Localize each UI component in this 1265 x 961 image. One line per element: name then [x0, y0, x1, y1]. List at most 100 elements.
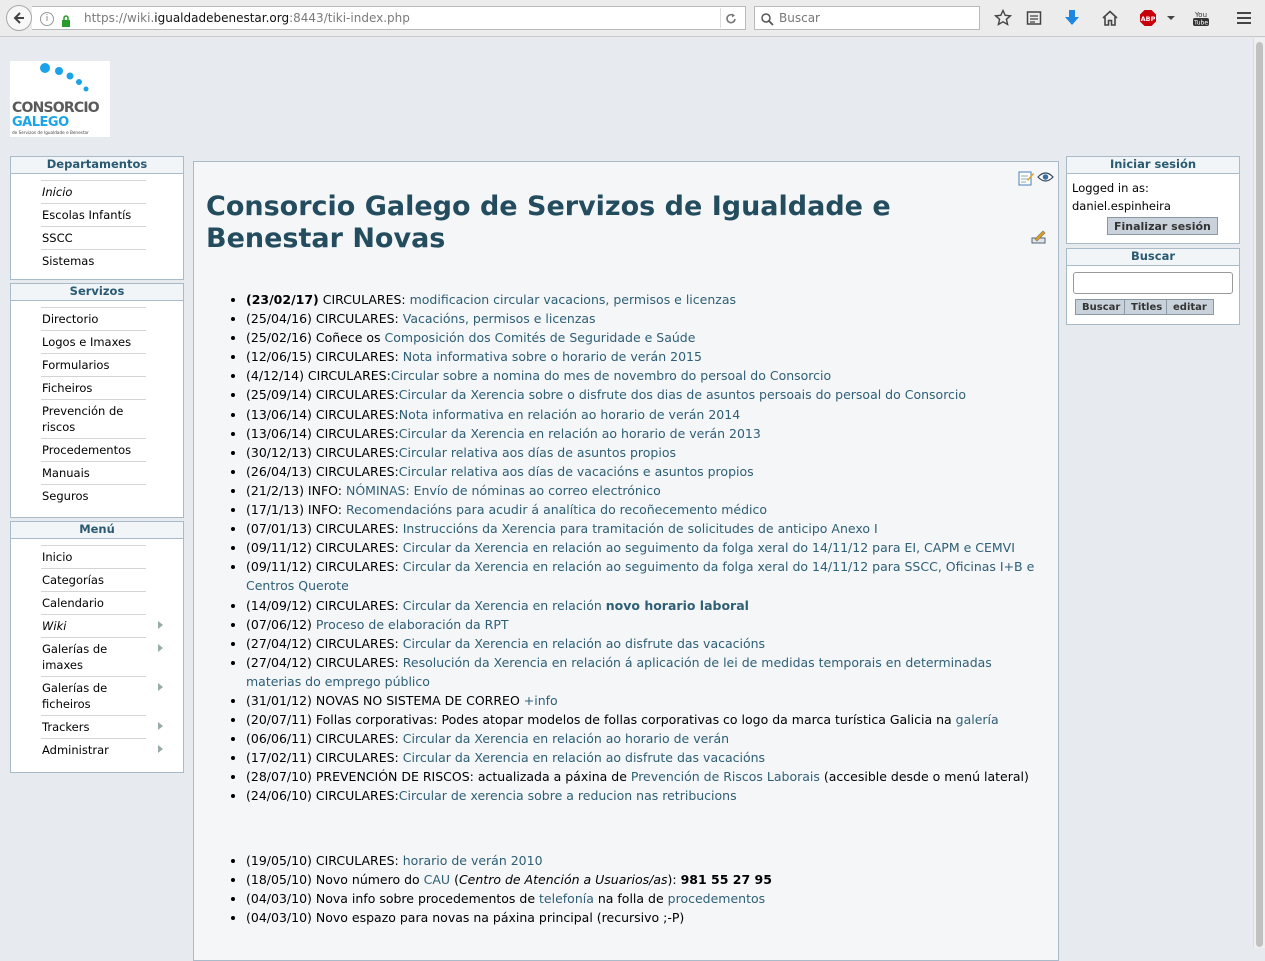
news-link[interactable]: Instruccións da Xerencia para tramitació…	[403, 521, 878, 536]
news-prefix: CIRCULARES:	[311, 311, 403, 327]
edit-button[interactable]: editar	[1166, 299, 1214, 315]
news-link[interactable]: Vacacións, permisos e licenzas	[403, 311, 596, 326]
vertical-scrollbar[interactable]	[1253, 38, 1265, 948]
servizos-title: Servizos	[11, 284, 183, 301]
news-link[interactable]: Circular relativa aos días de vacacións …	[399, 464, 754, 479]
menu-item-escolas-infantis[interactable]: Escolas Infantís	[41, 203, 146, 226]
news-link[interactable]: horario de verán 2010	[403, 853, 543, 868]
logout-button[interactable]: Finalizar sesión	[1107, 217, 1218, 235]
menu-item-ficheiros[interactable]: Ficheiros	[41, 376, 146, 399]
menu-item-inicio[interactable]: Inicio	[41, 180, 146, 203]
titles-button[interactable]: Titles	[1124, 299, 1170, 315]
news-link[interactable]: Proceso de elaboración da RPT	[316, 617, 509, 632]
news-link[interactable]: Circular de xerencia sobre a reducion na…	[399, 788, 737, 803]
watch-eye-icon[interactable]	[1037, 171, 1054, 186]
menu-item-sistemas[interactable]: Sistemas	[41, 249, 146, 272]
svg-text:Tube: Tube	[1193, 20, 1208, 27]
menu-item-inicio-main[interactable]: Inicio	[41, 545, 146, 568]
news-link-bold[interactable]: novo horario laboral	[606, 598, 749, 613]
reload-icon[interactable]	[724, 11, 738, 33]
youtube-icon[interactable]: You Tube	[1190, 8, 1212, 28]
news-date: (07/06/12)	[246, 616, 312, 632]
menu-item-procedementos[interactable]: Procedementos	[41, 438, 146, 461]
news-prefix: CIRCULARES:	[311, 406, 399, 422]
news-link[interactable]: Circular da Xerencia en relación ao hora…	[403, 731, 729, 746]
adblock-icon[interactable]: ABP	[1138, 8, 1158, 28]
news-prefix: CIRCULARES:	[311, 540, 403, 556]
news-date: (23/02/17)	[246, 292, 319, 307]
submenu-arrow-icon[interactable]	[158, 683, 163, 691]
home-icon[interactable]	[1100, 8, 1120, 28]
news-link[interactable]: Circular da Xerencia en relación ao segu…	[403, 540, 1015, 555]
search-button[interactable]: Buscar	[1075, 299, 1128, 315]
news-link[interactable]: procedementos	[668, 891, 766, 906]
news-link[interactable]: Circular da Xerencia sobre o disfrute do…	[399, 387, 966, 402]
bookmark-star-icon[interactable]	[993, 8, 1013, 28]
submenu-arrow-icon[interactable]	[158, 745, 163, 753]
download-icon[interactable]	[1062, 8, 1082, 28]
svg-text:GALEGO: GALEGO	[12, 115, 69, 130]
news-link[interactable]: Recomendacións para acudir á analítica d…	[346, 502, 767, 517]
page-title: Consorcio Galego de Servizos de Igualdad…	[206, 191, 891, 254]
news-link[interactable]: Circular da Xerencia en relación	[403, 598, 606, 613]
info-icon[interactable]: i	[40, 12, 54, 26]
news-date: (12/06/15)	[246, 349, 312, 365]
news-link[interactable]: Circular da Xerencia en relación ao hora…	[399, 426, 761, 441]
news-item: (25/09/14) CIRCULARES:Circular da Xerenc…	[246, 385, 1046, 404]
menu-title: Menú	[11, 522, 183, 539]
submenu-arrow-icon[interactable]	[158, 644, 163, 652]
news-link[interactable]: Circular da Xerencia en relación ao disf…	[403, 636, 765, 651]
menu-item-galerias-ficheiros-label: Galerías de ficheiros	[42, 681, 108, 711]
reading-list-icon[interactable]	[1024, 8, 1044, 28]
news-link[interactable]: Composición dos Comités de Seguridade e …	[385, 330, 696, 345]
menu-item-formularios[interactable]: Formularios	[41, 353, 146, 376]
hamburger-menu-icon[interactable]	[1234, 8, 1254, 28]
news-link[interactable]: NÓMINAS: Envío de nóminas ao correo elec…	[346, 483, 661, 498]
chevron-down-icon[interactable]	[1161, 8, 1181, 28]
submenu-arrow-icon[interactable]	[158, 621, 163, 629]
menu-item-trackers[interactable]: Trackers	[41, 715, 163, 738]
news-date: (14/09/12)	[246, 597, 312, 613]
news-prefix: CIRCULARES:	[311, 521, 403, 537]
menu-item-seguros[interactable]: Seguros	[41, 484, 146, 507]
news-link[interactable]: Nota informativa en relación ao horario …	[399, 407, 740, 422]
news-link[interactable]: Nota informativa sobre o horario de verá…	[403, 349, 702, 364]
consorcio-logo[interactable]: CONSORCIO GALEGO de Servizos de Igualdad…	[10, 61, 110, 137]
news-link[interactable]: telefonía	[539, 891, 594, 906]
menu-item-directorio[interactable]: Directorio	[41, 307, 146, 330]
news-item: (24/06/10) CIRCULARES:Circular de xerenc…	[246, 786, 1046, 805]
back-button[interactable]	[6, 5, 32, 31]
servizos-box: Servizos Directorio Logos e Imaxes Formu…	[10, 283, 184, 518]
news-link[interactable]: CAU	[424, 872, 450, 887]
login-box: Iniciar sesión Logged in as: daniel.espi…	[1066, 156, 1240, 244]
menu-item-administrar[interactable]: Administrar	[41, 738, 163, 761]
menu-item-categorias[interactable]: Categorías	[41, 568, 146, 591]
scrollbar-thumb[interactable]	[1256, 42, 1263, 947]
news-link[interactable]: +info	[524, 693, 558, 708]
news-item: (25/02/16) Coñece os Composición dos Com…	[246, 328, 1046, 347]
menu-item-wiki[interactable]: Wiki	[41, 614, 163, 637]
submenu-arrow-icon[interactable]	[158, 722, 163, 730]
menu-item-galerias-ficheiros[interactable]: Galerías de ficheiros	[41, 676, 163, 715]
svg-text:You: You	[1194, 11, 1207, 19]
news-link[interactable]: modificacion circular vacacions, permiso…	[410, 292, 736, 307]
menu-item-manuais[interactable]: Manuais	[41, 461, 146, 484]
news-prefix: CIRCULARES:	[318, 292, 410, 307]
news-link[interactable]: Circular relativa aos días de asuntos pr…	[399, 445, 676, 460]
news-item: (06/06/11) CIRCULARES: Circular da Xeren…	[246, 729, 1046, 748]
wiki-search-input[interactable]	[1073, 272, 1233, 294]
news-link[interactable]: Circular da Xerencia en relación ao disf…	[403, 750, 765, 765]
menu-item-galerias-imaxes[interactable]: Galerías de imaxes	[41, 637, 163, 676]
news-link[interactable]: Circular sobre a nomina do mes de novemb…	[391, 368, 831, 383]
edit-section-icon[interactable]	[1031, 229, 1047, 248]
browser-search-input[interactable]: Buscar	[754, 6, 980, 30]
news-link[interactable]: galería	[956, 712, 999, 727]
url-bar[interactable]: i https://wiki.igualdadebenestar.org:844…	[32, 6, 746, 30]
menu-item-prevencion-riscos[interactable]: Prevención de riscos	[41, 399, 146, 438]
menu-item-sscc[interactable]: SSCC	[41, 226, 146, 249]
menu-item-logos-imaxes[interactable]: Logos e Imaxes	[41, 330, 146, 353]
edit-page-icon[interactable]	[1018, 170, 1034, 189]
menu-item-calendario[interactable]: Calendario	[41, 591, 146, 614]
menu-item-galerias-imaxes-label: Galerías de imaxes	[42, 642, 108, 672]
news-link[interactable]: Prevención de Riscos Laborais	[631, 769, 820, 784]
